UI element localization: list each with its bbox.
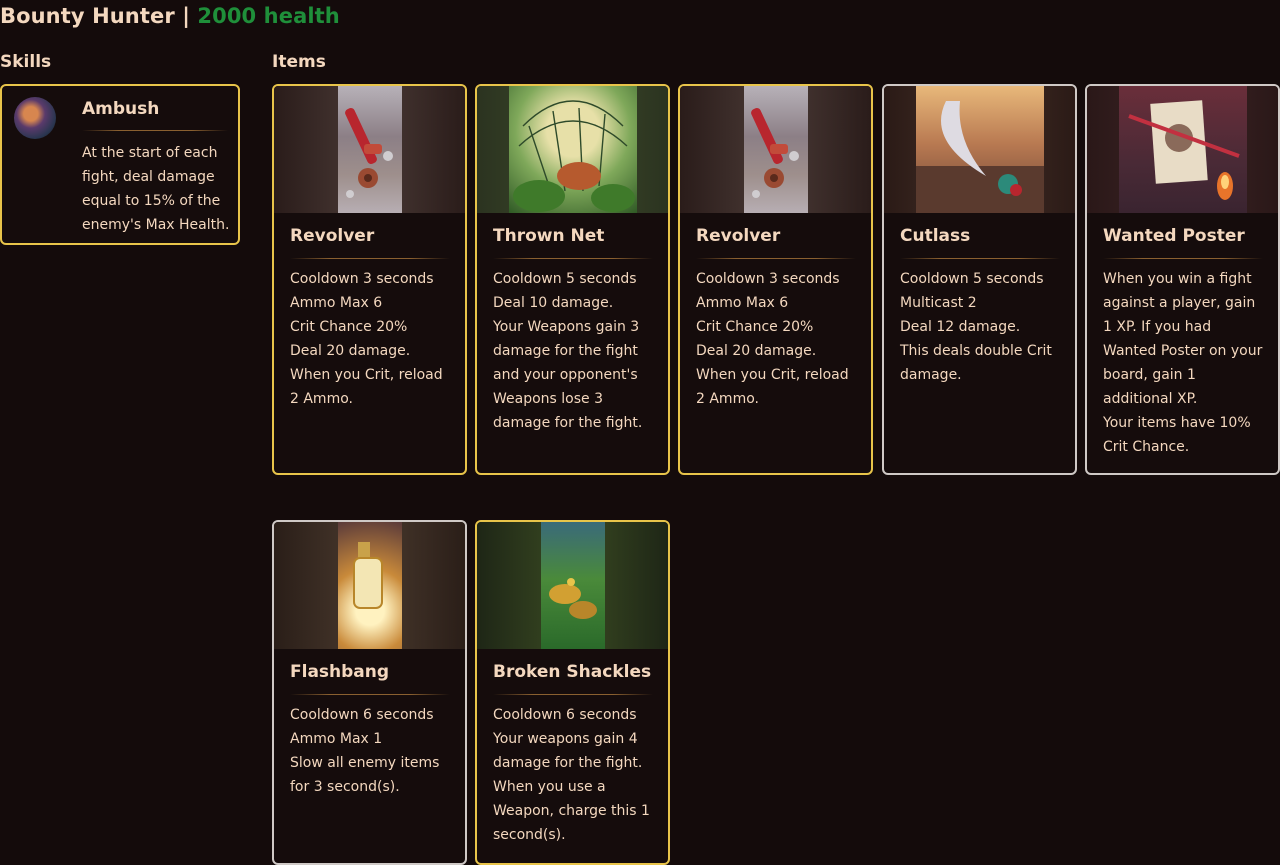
item-line: Deal 12 damage. xyxy=(900,319,1021,335)
item-line: Crit Chance 20% xyxy=(290,319,408,335)
item-divider xyxy=(696,258,856,259)
item-line: Ammo Max 6 xyxy=(696,295,789,311)
revolver-art xyxy=(680,86,871,213)
item-divider xyxy=(290,258,450,259)
item-title: Revolver xyxy=(290,226,375,246)
item-card-cutlass[interactable]: Cutlass Cooldown 5 seconds Multicast 2 D… xyxy=(882,84,1077,475)
item-line: When you win a fight against a player, g… xyxy=(1103,271,1263,407)
item-description: Cooldown 6 seconds Your weapons gain 4 d… xyxy=(493,703,658,847)
broken-shackles-art xyxy=(477,522,668,649)
item-description: Cooldown 6 seconds Ammo Max 1 Slow all e… xyxy=(290,703,455,799)
item-title: Broken Shackles xyxy=(493,662,652,682)
item-description: Cooldown 5 seconds Multicast 2 Deal 12 d… xyxy=(900,267,1065,387)
item-title: Flashbang xyxy=(290,662,390,682)
item-card-wanted-poster[interactable]: Wanted Poster When you win a fight again… xyxy=(1085,84,1280,475)
item-line: Slow all enemy items for 3 second(s). xyxy=(290,755,440,795)
skill-description: At the start of each fight, deal damage … xyxy=(82,145,230,233)
item-line: Your items have 10% Crit Chance. xyxy=(1103,415,1251,455)
skill-title: Ambush xyxy=(82,99,160,119)
skill-divider xyxy=(82,130,228,131)
item-line: When you Crit, reload 2 Ammo. xyxy=(696,367,849,407)
item-line: When you use a Weapon, charge this 1 sec… xyxy=(493,779,650,843)
item-description: When you win a fight against a player, g… xyxy=(1103,267,1268,459)
item-line: Multicast 2 xyxy=(900,295,977,311)
item-divider xyxy=(900,258,1060,259)
item-title: Wanted Poster xyxy=(1103,226,1245,246)
skills-heading: Skills xyxy=(0,52,52,72)
title-separator: | xyxy=(182,4,190,28)
hero-name: Bounty Hunter xyxy=(0,4,175,28)
item-line: Your Weapons gain 3 damage for the fight… xyxy=(493,319,643,431)
item-divider xyxy=(493,258,653,259)
item-card-revolver[interactable]: Revolver Cooldown 3 seconds Ammo Max 6 C… xyxy=(678,84,873,475)
item-card-broken-shackles[interactable]: Broken Shackles Cooldown 6 seconds Your … xyxy=(475,520,670,865)
item-line: Your weapons gain 4 damage for the fight… xyxy=(493,731,643,771)
item-line: This deals double Crit damage. xyxy=(900,343,1052,383)
page-title: Bounty Hunter | 2000 health xyxy=(0,4,340,28)
item-line: Cooldown 6 seconds xyxy=(493,707,637,723)
flashbang-art xyxy=(274,522,465,649)
item-line: Crit Chance 20% xyxy=(696,319,814,335)
item-line: Deal 20 damage. xyxy=(696,343,817,359)
wanted-poster-art xyxy=(1087,86,1278,213)
item-title: Thrown Net xyxy=(493,226,605,246)
item-card-flashbang[interactable]: Flashbang Cooldown 6 seconds Ammo Max 1 … xyxy=(272,520,467,865)
item-description: Cooldown 5 seconds Deal 10 damage. Your … xyxy=(493,267,658,435)
item-card-revolver[interactable]: Revolver Cooldown 3 seconds Ammo Max 6 C… xyxy=(272,84,467,475)
ambush-portrait-icon xyxy=(14,97,56,139)
item-line: Ammo Max 1 xyxy=(290,731,383,747)
item-card-thrown-net[interactable]: Thrown Net Cooldown 5 seconds Deal 10 da… xyxy=(475,84,670,475)
cutlass-art xyxy=(884,86,1075,213)
item-line: Ammo Max 6 xyxy=(290,295,383,311)
item-title: Revolver xyxy=(696,226,781,246)
item-line: Cooldown 3 seconds xyxy=(696,271,840,287)
thrown-net-art xyxy=(477,86,668,213)
revolver-art xyxy=(274,86,465,213)
item-line: Deal 10 damage. xyxy=(493,295,614,311)
items-heading: Items xyxy=(272,52,326,72)
item-divider xyxy=(1103,258,1263,259)
item-description: Cooldown 3 seconds Ammo Max 6 Crit Chanc… xyxy=(696,267,861,411)
item-line: Cooldown 5 seconds xyxy=(900,271,1044,287)
item-title: Cutlass xyxy=(900,226,971,246)
skill-card-ambush[interactable]: Ambush At the start of each fight, deal … xyxy=(0,84,240,245)
item-divider xyxy=(290,694,450,695)
item-line: Cooldown 6 seconds xyxy=(290,707,434,723)
item-line: Cooldown 5 seconds xyxy=(493,271,637,287)
item-line: When you Crit, reload 2 Ammo. xyxy=(290,367,443,407)
hero-health: 2000 health xyxy=(197,4,340,28)
item-line: Cooldown 3 seconds xyxy=(290,271,434,287)
item-divider xyxy=(493,694,653,695)
item-description: Cooldown 3 seconds Ammo Max 6 Crit Chanc… xyxy=(290,267,455,411)
item-line: Deal 20 damage. xyxy=(290,343,411,359)
